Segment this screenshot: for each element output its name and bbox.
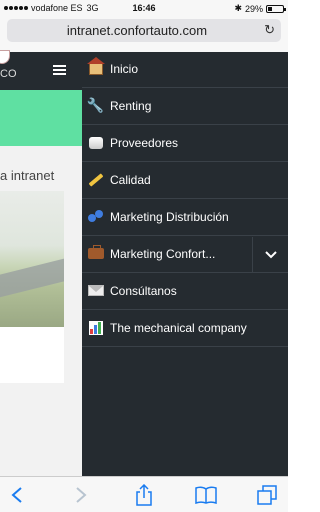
- nav-item-label: Marketing Distribución: [110, 210, 229, 224]
- nav-item-label: Renting: [110, 99, 152, 113]
- people-icon: [87, 208, 104, 225]
- pipe-icon: [87, 134, 104, 151]
- address-bar[interactable]: intranet.confortauto.com ↻: [7, 19, 281, 42]
- briefcase-icon: [87, 245, 104, 262]
- tabs-icon[interactable]: [255, 483, 279, 507]
- battery-percent: 29%: [244, 3, 263, 14]
- home-icon: [86, 56, 105, 77]
- pencil-icon: [87, 171, 104, 188]
- reload-icon[interactable]: ↻: [264, 22, 275, 38]
- battery-fill: [268, 6, 273, 11]
- status-right: ✱ 29%: [234, 3, 286, 14]
- nav-item-label: Proveedores: [110, 136, 179, 150]
- page: { "status_bar": { "carrier": "vodafone E…: [0, 0, 288, 512]
- battery-icon: [266, 4, 286, 13]
- menu-icon[interactable]: [53, 65, 66, 76]
- chart-icon: [87, 319, 104, 336]
- status-bar: vodafone ES 3G 16:46 ✱ 29%: [0, 0, 288, 16]
- nav-item-label: Marketing Confort...: [110, 247, 216, 261]
- browser-toolbar: [0, 476, 288, 512]
- nav-item-inicio[interactable]: Inicio: [82, 52, 288, 88]
- nav-item-label: Inicio: [110, 62, 139, 76]
- content-card: [0, 327, 64, 383]
- nav-item-consultanos[interactable]: Consúltanos: [82, 274, 288, 310]
- bluetooth-icon: ✱: [234, 3, 242, 13]
- mail-icon: [87, 282, 104, 299]
- hero-band: [0, 90, 82, 146]
- site-header: CO: [0, 50, 82, 90]
- nav-item-renting[interactable]: 🔧 Renting: [82, 89, 288, 125]
- nav-item-label: The mechanical company: [110, 321, 247, 335]
- nav-item-marketing-confort[interactable]: Marketing Confort...: [82, 237, 288, 273]
- back-icon[interactable]: [5, 483, 29, 507]
- wrench-icon: 🔧: [86, 97, 105, 113]
- logo-text: CO: [0, 68, 17, 80]
- nav-item-mechanical-company[interactable]: The mechanical company: [82, 311, 288, 347]
- chevron-down-icon: [264, 251, 277, 259]
- url-text[interactable]: intranet.confortauto.com: [7, 23, 267, 38]
- logo[interactable]: [0, 50, 10, 64]
- share-icon[interactable]: [132, 483, 156, 507]
- hero-image: [0, 191, 64, 327]
- nav-item-marketing-distribucion[interactable]: Marketing Distribución: [82, 200, 288, 236]
- nav-item-calidad[interactable]: Calidad: [82, 163, 288, 199]
- nav-item-label: Calidad: [110, 173, 151, 187]
- nav-item-proveedores[interactable]: Proveedores: [82, 126, 288, 162]
- nav-item-label: Consúltanos: [110, 284, 177, 298]
- submenu-toggle[interactable]: [252, 237, 288, 273]
- main-content: a intranet: [0, 146, 82, 476]
- welcome-text: a intranet: [0, 168, 55, 183]
- road-shape: [0, 250, 64, 302]
- bookmarks-icon[interactable]: [194, 483, 218, 507]
- nav-drawer: Inicio 🔧 Renting Proveedores Calidad Mar…: [82, 52, 288, 476]
- forward-icon[interactable]: [69, 483, 93, 507]
